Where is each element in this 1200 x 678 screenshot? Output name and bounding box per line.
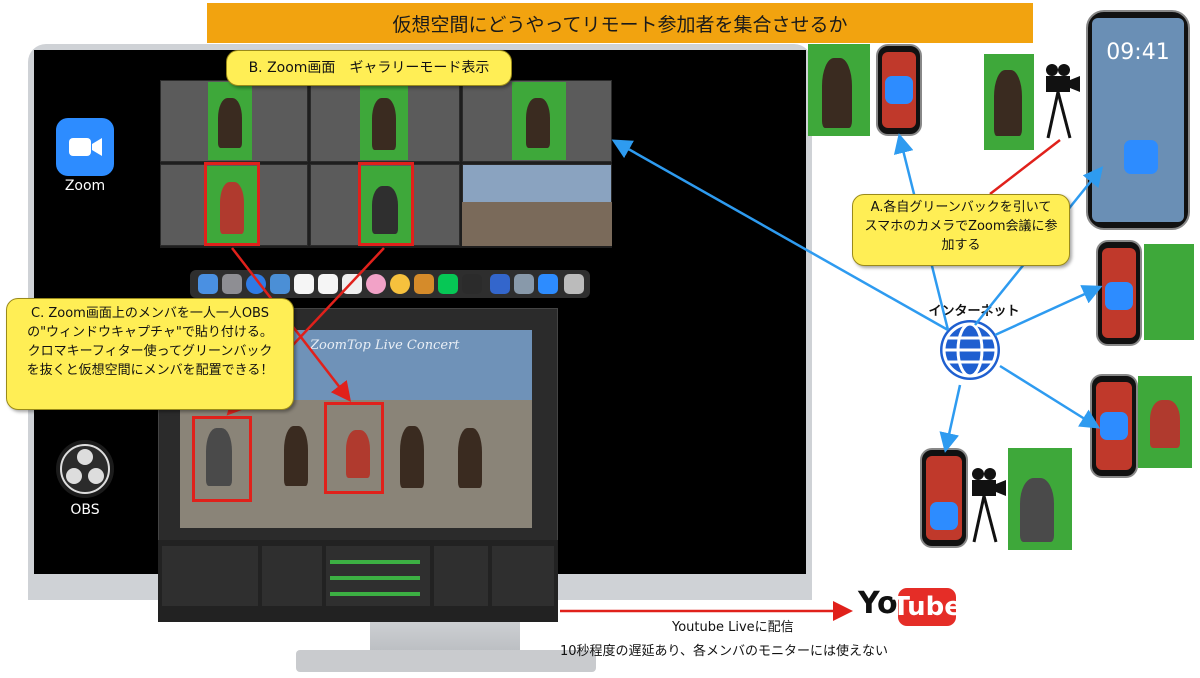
callout-line: を抜くと仮想空間にメンバを配置できる！ — [26, 362, 274, 378]
callout-line: クロマキーフィター使ってグリーンバック — [27, 343, 273, 359]
callout-line: A.各自グリーンバックを引いて — [870, 200, 1052, 215]
callout-line: スマホのカメラでZoom会議に参 — [864, 218, 1058, 234]
callout-zoom-gallery: B. Zoom画面 ギャラリーモード表示 — [226, 50, 512, 86]
youtube-live-caption: Youtube Liveに配信 — [672, 620, 794, 635]
callout-green-screen-join: A.各自グリーンバックを引いて スマホのカメラでZoom会議に参 加する — [852, 194, 1070, 266]
internet-arrow — [994, 285, 1103, 337]
callout-obs-capture: C. Zoom画面上のメンバを一人一人OBS の"ウィンドウキャプチャ"で貼り付… — [6, 298, 294, 410]
internet-arrow — [939, 384, 962, 453]
youtube-logo-tube: Tube — [892, 588, 962, 626]
callout-line: の"ウィンドウキャプチャ"で貼り付ける。 — [27, 324, 273, 340]
callout-line: 加する — [941, 237, 981, 253]
callout-line: C. Zoom画面上のメンバを一人一人OBS — [31, 306, 269, 321]
latency-note: 10秒程度の遅延あり、各メンバのモニターには使えない — [560, 644, 889, 659]
internet-arrow — [999, 364, 1101, 429]
callout-pointer — [989, 139, 1061, 195]
